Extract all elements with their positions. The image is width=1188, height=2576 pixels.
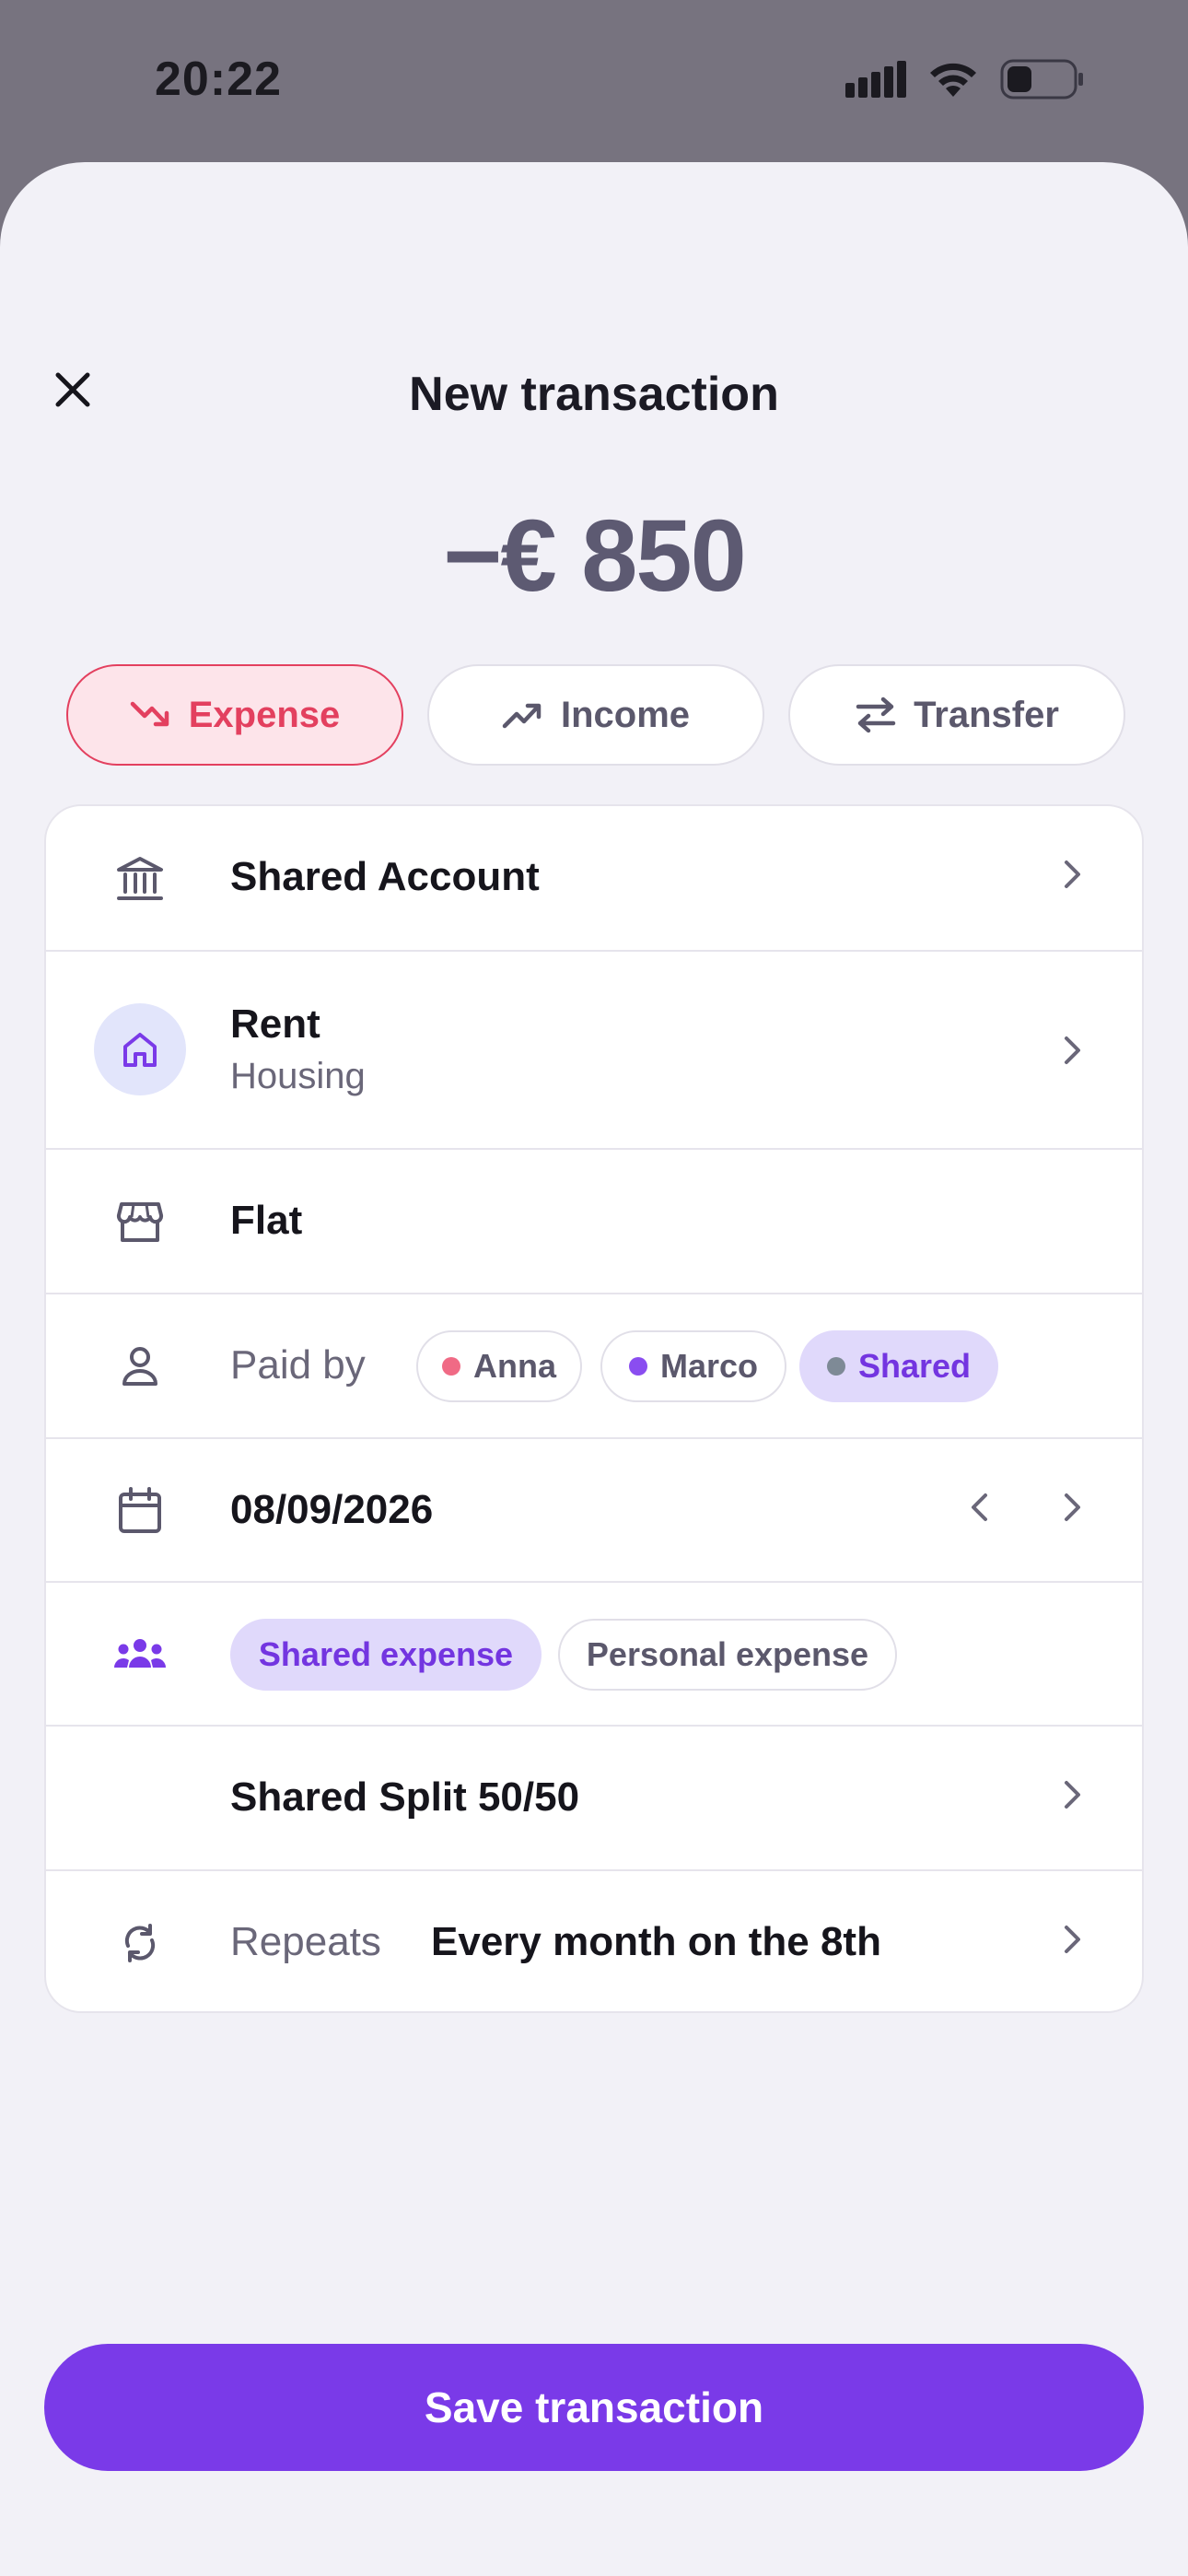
repeats-label: Repeats: [230, 1919, 381, 1964]
split-row[interactable]: Shared Split 50/50: [46, 1727, 1142, 1871]
category-row[interactable]: Rent Housing: [46, 952, 1142, 1150]
person-icon: [94, 1320, 186, 1412]
battery-icon: [1000, 59, 1083, 100]
chevron-left-icon[interactable]: [961, 1489, 998, 1526]
cellular-signal-icon: [845, 61, 906, 98]
date-row[interactable]: 08/09/2026: [46, 1439, 1142, 1583]
repeats-value: Every month on the 8th: [431, 1919, 881, 1964]
tab-transfer-label: Transfer: [914, 694, 1059, 735]
payer-option-anna[interactable]: Anna: [416, 1330, 582, 1402]
status-time: 20:22: [155, 53, 282, 106]
category-group: Housing: [230, 1056, 366, 1096]
repeat-icon: [94, 1897, 186, 1989]
payer-option-label: Anna: [473, 1347, 556, 1385]
payee-row[interactable]: Flat: [46, 1150, 1142, 1294]
repeats-row[interactable]: Repeats Every month on the 8th: [46, 1871, 1142, 2011]
payer-option-label: Shared: [857, 1347, 972, 1385]
tab-income[interactable]: Income: [427, 664, 764, 766]
payer-color-dot: [628, 1357, 647, 1376]
account-row[interactable]: Shared Account: [46, 806, 1142, 952]
shared-expense-option[interactable]: Shared expense: [230, 1619, 542, 1691]
bank-icon: [94, 833, 186, 925]
page-title: New transaction: [409, 368, 779, 421]
payer-option-shared[interactable]: Shared: [799, 1330, 998, 1402]
store-icon: [94, 1176, 186, 1268]
chevron-right-icon: [1065, 1036, 1080, 1064]
status-bar: 20:22: [0, 0, 1188, 164]
chevron-right-icon: [1065, 1781, 1080, 1809]
paid-by-label: Paid by: [230, 1342, 366, 1388]
chevron-right-icon: [1065, 861, 1080, 888]
status-icons: [845, 59, 1085, 100]
chevron-right-icon[interactable]: [1054, 1489, 1090, 1526]
payer-color-dot: [442, 1357, 460, 1376]
amount-display[interactable]: −€ 850: [0, 498, 1188, 615]
payee-name: Flat: [230, 1198, 303, 1243]
payer-option-marco[interactable]: Marco: [600, 1330, 786, 1402]
category-name: Rent: [230, 1001, 320, 1047]
group-icon: [94, 1609, 186, 1701]
paid-by-row: Paid by Anna Marco Shared: [46, 1294, 1142, 1439]
chevron-right-icon: [1065, 1926, 1080, 1953]
tab-income-label: Income: [560, 694, 691, 735]
home-icon: [94, 1003, 186, 1095]
transaction-details-card: Shared Account Rent Housing Flat Paid by…: [44, 804, 1144, 2013]
save-transaction-button[interactable]: Save transaction: [44, 2344, 1144, 2471]
split-value: Shared Split 50/50: [230, 1774, 580, 1820]
trending-down-icon: [130, 701, 169, 727]
expense-type-label: Shared expense: [258, 1635, 514, 1673]
payer-option-label: Marco: [659, 1347, 759, 1385]
wifi-icon: [930, 63, 976, 97]
account-name: Shared Account: [230, 854, 540, 899]
transaction-type-tabs: Expense Income Transfer: [66, 664, 1125, 766]
expense-type-row: Shared expense Personal expense: [46, 1583, 1142, 1727]
personal-expense-option[interactable]: Personal expense: [558, 1619, 897, 1691]
tab-expense-label: Expense: [188, 694, 341, 735]
tab-transfer[interactable]: Transfer: [788, 664, 1125, 766]
trending-up-icon: [502, 703, 542, 729]
calendar-icon: [94, 1465, 186, 1557]
date-value: 08/09/2026: [230, 1487, 434, 1532]
expense-type-label: Personal expense: [586, 1635, 869, 1673]
transfer-arrows-icon: [856, 697, 896, 733]
payer-color-dot: [826, 1357, 845, 1376]
tab-expense[interactable]: Expense: [66, 664, 403, 766]
